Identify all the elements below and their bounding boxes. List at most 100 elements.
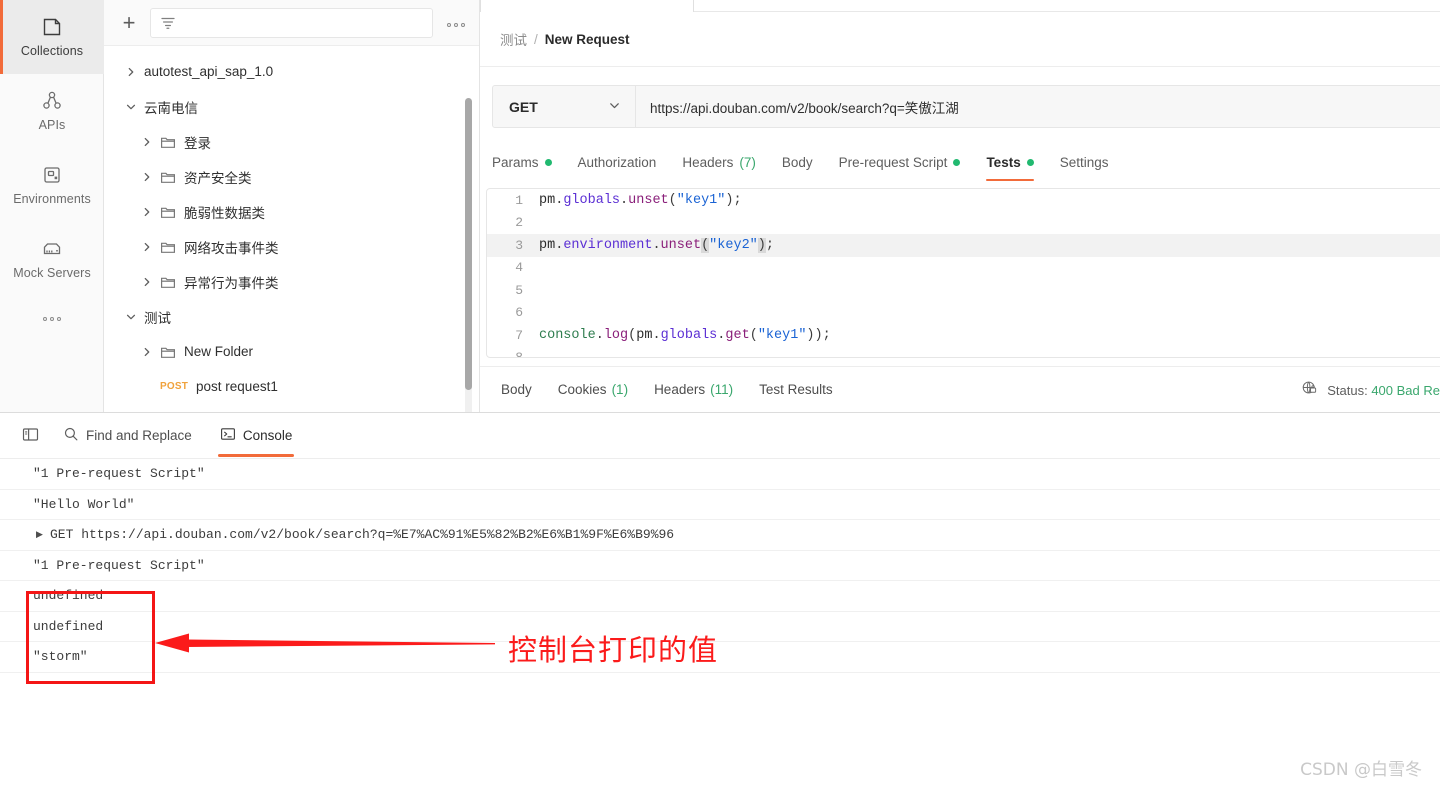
code-line: 4 <box>487 257 1440 280</box>
tree-item-collection[interactable]: 测试 <box>104 299 479 334</box>
response-tab-body[interactable]: Body <box>488 367 545 413</box>
breadcrumb: 测试 / New Request <box>480 12 1440 67</box>
tab-authorization[interactable]: Authorization <box>578 142 657 182</box>
tab-tests[interactable]: Tests <box>986 142 1034 182</box>
find-and-replace-button[interactable]: Find and Replace <box>49 413 206 459</box>
code-line: 2 <box>487 212 1440 235</box>
tab-label: Headers <box>654 382 706 397</box>
rail-more-button[interactable] <box>0 296 104 342</box>
folder-icon <box>160 204 176 220</box>
tree-item-folder[interactable]: New Folder <box>104 334 479 369</box>
more-dots-icon <box>447 22 465 27</box>
tab-settings[interactable]: Settings <box>1060 142 1109 182</box>
tab-body[interactable]: Body <box>782 142 813 182</box>
console-toolbar: Find and Replace Console <box>0 413 1440 459</box>
secure-globe-icon[interactable] <box>1301 379 1318 401</box>
rail-item-mock-servers[interactable]: Mock Servers <box>0 222 104 296</box>
chevron-right-icon[interactable] <box>134 276 160 288</box>
expand-caret-icon[interactable]: ▶ <box>36 530 43 540</box>
tree-item-folder[interactable]: 网络攻击事件类 <box>104 229 479 264</box>
tree-item-collection[interactable]: autotest_api_sap_1.0 <box>104 54 479 89</box>
http-method-select[interactable]: GET <box>492 85 636 128</box>
console-log-row[interactable]: "1 Pre-request Script" <box>0 459 1440 490</box>
http-method-value: GET <box>509 98 538 115</box>
chevron-right-icon[interactable] <box>134 346 160 358</box>
tab-label: Tests <box>986 154 1021 170</box>
collection-more-button[interactable] <box>443 10 469 36</box>
tab-count: (1) <box>611 382 629 397</box>
tab-params[interactable]: Params <box>492 142 552 182</box>
rail-item-apis[interactable]: APIs <box>0 74 104 148</box>
chevron-right-icon[interactable] <box>134 241 160 253</box>
tree-item-label: 网络攻击事件类 <box>184 240 279 256</box>
url-bar: GET https://api.douban.com/v2/book/searc… <box>492 85 1440 128</box>
console-tab-button[interactable]: Console <box>206 413 307 459</box>
line-number: 2 <box>515 215 523 231</box>
console-log-row[interactable]: "storm" <box>0 642 1440 673</box>
tree-item-label: 测试 <box>144 310 171 326</box>
code-line-active: 3 pm.environment.unset("key2"); <box>487 234 1440 257</box>
status-label-text: Status: <box>1327 382 1368 398</box>
response-bar: Body Cookies (1) Headers (11) Test Resul… <box>480 366 1440 412</box>
tab-label: Cookies <box>557 382 607 397</box>
console-log-row[interactable]: "1 Pre-request Script" <box>0 551 1440 581</box>
chevron-down-icon[interactable] <box>118 311 144 323</box>
tests-script-editor[interactable]: 1 pm.globals.unset("key1"); 2 3 pm.envir… <box>486 188 1440 358</box>
log-text: undefined <box>33 618 104 634</box>
request-tab-strip[interactable] <box>480 0 1440 12</box>
console-log-row[interactable]: "Hello World" <box>0 490 1440 520</box>
left-rail: Collections APIs Environments Mock Serve… <box>0 0 104 412</box>
line-number: 8 <box>515 350 523 358</box>
rail-label-environments: Environments <box>13 192 91 207</box>
code-line: 7 console.log(pm.globals.get("key1")); <box>487 324 1440 347</box>
find-and-replace-label: Find and Replace <box>86 428 192 443</box>
tree-item-request[interactable]: POST post request1 <box>104 369 479 404</box>
watermark: CSDN @白雪冬 <box>1300 760 1422 780</box>
collections-icon <box>41 16 63 38</box>
line-number: 7 <box>515 327 523 343</box>
search-input[interactable] <box>183 14 424 31</box>
chevron-down-icon[interactable] <box>118 101 144 113</box>
collection-scrollbar-thumb[interactable] <box>465 98 472 390</box>
console-log-row[interactable]: undefined <box>0 612 1440 642</box>
folder-icon <box>160 134 176 150</box>
breadcrumb-separator: / <box>534 31 538 47</box>
sidebar-toggle-button[interactable] <box>12 413 49 459</box>
folder-icon <box>160 344 176 360</box>
tree-item-folder[interactable]: 登录 <box>104 124 479 159</box>
tab-label: Params <box>492 154 539 170</box>
tab-label: Settings <box>1059 154 1109 170</box>
response-status: Status: 400 Bad Re <box>1301 367 1440 413</box>
line-number: 4 <box>515 260 523 276</box>
response-tab-headers[interactable]: Headers (11) <box>641 367 746 413</box>
tree-item-folder[interactable]: 脆弱性数据类 <box>104 194 479 229</box>
sidebar-toggle-icon <box>22 426 39 446</box>
code-line: 1 pm.globals.unset("key1"); <box>487 189 1440 212</box>
response-tab-cookies[interactable]: Cookies (1) <box>545 367 641 413</box>
rail-item-collections[interactable]: Collections <box>0 0 104 74</box>
chevron-down-icon <box>608 99 621 115</box>
chevron-right-icon[interactable] <box>118 66 144 78</box>
tab-headers[interactable]: Headers (7) <box>682 142 756 182</box>
url-input[interactable]: https://api.douban.com/v2/book/search?q=… <box>636 85 1440 128</box>
response-tab-test-results[interactable]: Test Results <box>746 367 846 413</box>
rail-item-environments[interactable]: Environments <box>0 148 104 222</box>
add-new-button[interactable]: + <box>118 11 140 34</box>
postman-window: Collections APIs Environments Mock Serve… <box>0 0 1440 796</box>
folder-icon <box>160 239 176 255</box>
chevron-right-icon[interactable] <box>134 206 160 218</box>
breadcrumb-collection[interactable]: 测试 <box>500 29 527 49</box>
tab-pre-request-script[interactable]: Pre-request Script <box>839 142 961 182</box>
breadcrumb-request-name[interactable]: New Request <box>545 32 630 47</box>
console-log-row[interactable]: undefined <box>0 581 1440 612</box>
chevron-right-icon[interactable] <box>134 171 160 183</box>
tree-item-folder[interactable]: 资产安全类 <box>104 159 479 194</box>
console-log-list[interactable]: "1 Pre-request Script" "Hello World" ▶ G… <box>0 459 1440 673</box>
search-box[interactable] <box>150 7 433 38</box>
console-log-row[interactable]: ▶ GET https://api.douban.com/v2/book/sea… <box>0 520 1440 551</box>
tab-label: Headers <box>682 154 734 170</box>
line-number: 6 <box>515 305 523 321</box>
tree-item-folder[interactable]: 异常行为事件类 <box>104 264 479 299</box>
chevron-right-icon[interactable] <box>134 136 160 148</box>
tree-item-collection[interactable]: 云南电信 <box>104 89 479 124</box>
